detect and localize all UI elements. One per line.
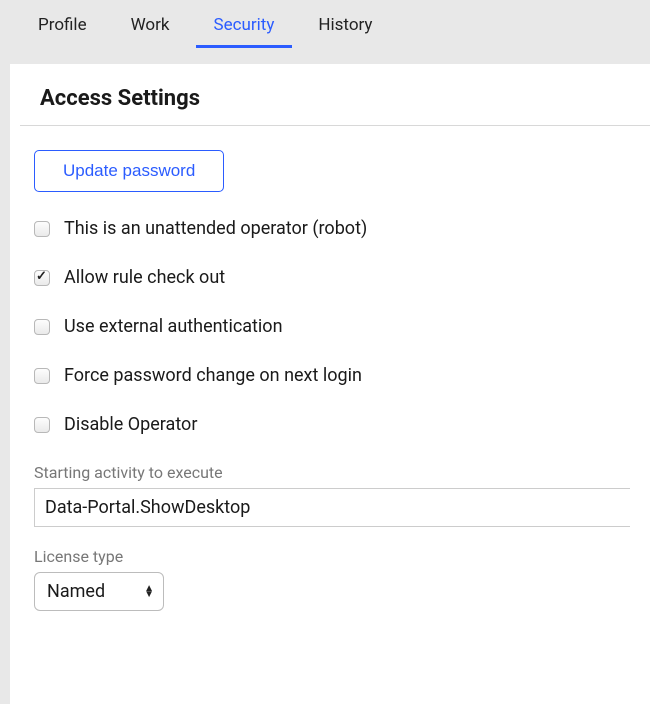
checkbox-external-auth[interactable] [34,319,50,335]
checkbox-row-external-auth: Use external authentication [34,316,630,337]
license-type-select-wrap: Named ▲▼ [34,572,164,611]
checkbox-unattended[interactable] [34,221,50,237]
panel-title: Access Settings [10,64,650,125]
checkbox-label-disable-op: Disable Operator [64,414,197,435]
checkbox-row-unattended: This is an unattended operator (robot) [34,218,630,239]
license-type-label: License type [34,547,630,566]
tab-history[interactable]: History [300,7,390,48]
panel-body: Update password This is an unattended op… [10,126,650,611]
checkbox-label-unattended: This is an unattended operator (robot) [64,218,367,239]
tab-profile[interactable]: Profile [20,7,105,48]
starting-activity-input[interactable] [34,488,630,527]
checkbox-label-rule-checkout: Allow rule check out [64,267,225,288]
license-type-select[interactable]: Named [34,572,164,611]
checkbox-disable-op[interactable] [34,417,50,433]
starting-activity-group: Starting activity to execute [34,463,630,527]
tab-bar: Profile Work Security History [0,0,650,48]
checkbox-rule-checkout[interactable] [34,270,50,286]
checkbox-row-disable-op: Disable Operator [34,414,630,435]
checkbox-label-external-auth: Use external authentication [64,316,283,337]
checkbox-force-pwd[interactable] [34,368,50,384]
checkbox-label-force-pwd: Force password change on next login [64,365,362,386]
starting-activity-label: Starting activity to execute [34,463,630,482]
checkbox-row-rule-checkout: Allow rule check out [34,267,630,288]
tab-security[interactable]: Security [196,7,293,48]
license-type-group: License type Named ▲▼ [34,547,630,611]
tab-work[interactable]: Work [113,7,188,48]
update-password-button[interactable]: Update password [34,150,224,192]
checkbox-row-force-pwd: Force password change on next login [34,365,630,386]
access-settings-panel: Access Settings Update password This is … [10,64,650,704]
